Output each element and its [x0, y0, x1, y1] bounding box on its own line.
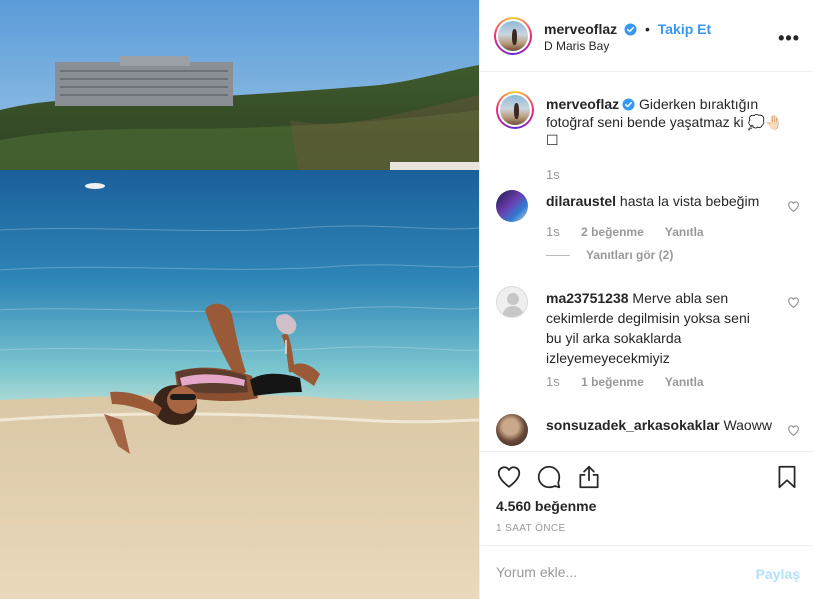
comment-username[interactable]: sonsuzadek_arkasokaklar	[546, 417, 720, 433]
view-replies-label: Yanıtları gör (2)	[586, 248, 674, 262]
comment-text-block: dilaraustel hasta la vista bebeğim	[546, 192, 786, 210]
post-actions-bar	[480, 451, 813, 501]
replies-divider	[546, 255, 570, 257]
post-timestamp[interactable]: 1 SAAT ÖNCE	[496, 523, 566, 534]
comment-meta: 1s 2 beğenme Yanıtla	[546, 224, 722, 239]
comment-avatar[interactable]	[496, 414, 528, 446]
post-side-panel: merveoflaz • Takip Et D Maris Bay ••• me…	[479, 0, 813, 599]
comment-input[interactable]	[496, 564, 746, 580]
caption-item: merveoflaz Giderken bıraktığın fotoğraf …	[496, 91, 800, 182]
comment-avatar[interactable]	[496, 190, 528, 222]
post-header: merveoflaz • Takip Et D Maris Bay •••	[480, 0, 813, 72]
author-avatar[interactable]	[494, 17, 532, 55]
comment-reply-button[interactable]: Yanıtla	[665, 225, 704, 239]
comment-item: dilaraustel hasta la vista bebeğim 1s 2 …	[496, 188, 800, 268]
add-comment-section: Paylaş	[480, 545, 813, 599]
comment-time[interactable]: 1s	[546, 374, 560, 389]
comment-time[interactable]: 1s	[546, 224, 560, 239]
comment-like-icon[interactable]	[787, 200, 800, 213]
more-options-icon[interactable]: •••	[778, 28, 800, 49]
comment-text-block: sonsuzadek_arkasokaklar Waoww	[546, 416, 791, 434]
comment-text-block: ma23751238 Merve abla sen cekimlerde deg…	[546, 288, 761, 368]
caption-avatar[interactable]	[496, 91, 534, 129]
heart-icon[interactable]	[496, 464, 522, 490]
comments-list: merveoflaz Giderken bıraktığın fotoğraf …	[480, 73, 813, 451]
comment-like-icon[interactable]	[787, 424, 800, 437]
comment-meta: 1s 1 beğenme Yanıtla	[546, 374, 722, 389]
beach-photo-image	[0, 0, 479, 599]
comment-username[interactable]: ma23751238	[546, 290, 629, 306]
comment-like-icon[interactable]	[787, 296, 800, 309]
caption-text-block: merveoflaz Giderken bıraktığın fotoğraf …	[546, 95, 796, 149]
instagram-post: merveoflaz • Takip Et D Maris Bay ••• me…	[0, 0, 813, 599]
comment-text: Waoww	[723, 417, 772, 433]
likes-count[interactable]: 4.560 beğenme	[496, 498, 596, 514]
share-icon[interactable]	[576, 464, 602, 490]
verified-badge-icon	[624, 23, 637, 36]
comment-likes-count[interactable]: 2 beğenme	[581, 225, 644, 239]
view-replies-button[interactable]: Yanıtları gör (2)	[546, 248, 673, 262]
comment-item: sonsuzadek_arkasokaklar Waoww	[496, 413, 800, 451]
comment-text: hasta la vista bebeğim	[619, 193, 760, 209]
post-photo[interactable]	[0, 0, 479, 599]
caption-extra-glyph: ☐	[546, 132, 559, 148]
post-location[interactable]: D Maris Bay	[544, 39, 609, 53]
caption-meta: 1s	[546, 167, 578, 182]
comment-likes-count[interactable]: 1 beğenme	[581, 375, 644, 389]
bookmark-icon[interactable]	[774, 464, 800, 490]
header-separator: •	[644, 21, 650, 37]
post-comment-button[interactable]: Paylaş	[756, 566, 800, 582]
default-avatar-icon[interactable]	[496, 286, 528, 318]
comment-reply-button[interactable]: Yanıtla	[665, 375, 704, 389]
comment-item: ma23751238 Merve abla sen cekimlerde deg…	[496, 286, 800, 396]
comment-username[interactable]: dilaraustel	[546, 193, 616, 209]
verified-badge-icon	[622, 98, 635, 111]
caption-username[interactable]: merveoflaz	[546, 96, 619, 112]
author-username[interactable]: merveoflaz	[544, 21, 617, 37]
comment-bubble-icon[interactable]	[536, 464, 562, 490]
caption-time[interactable]: 1s	[546, 167, 560, 182]
follow-button[interactable]: Takip Et	[658, 21, 711, 37]
